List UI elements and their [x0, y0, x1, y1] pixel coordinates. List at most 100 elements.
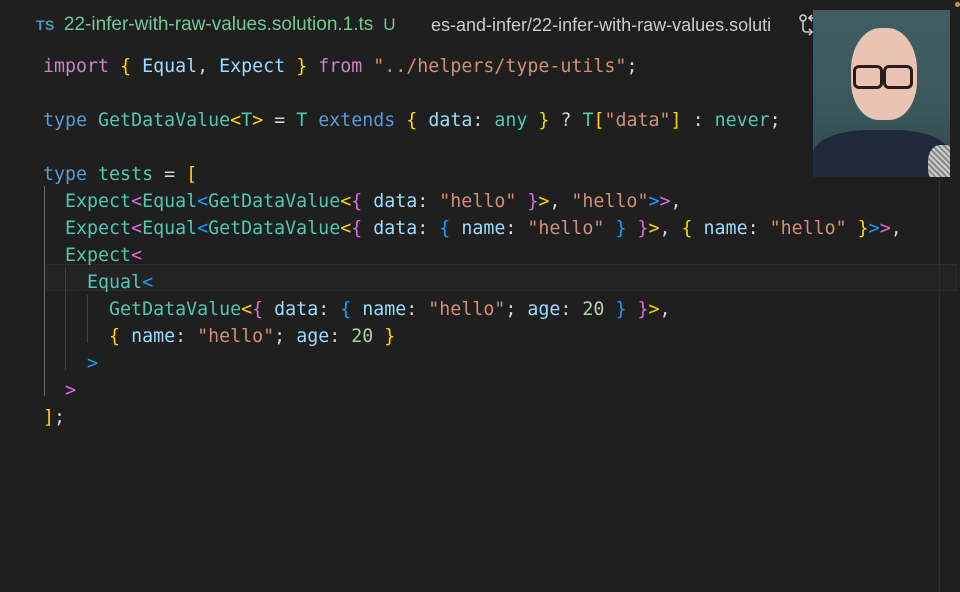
code-line[interactable]: type GetDataValue<T> = T extends { data:… — [43, 107, 781, 134]
code-token: age — [527, 299, 561, 320]
code-token: name — [461, 218, 506, 239]
webcam-overlay — [813, 10, 950, 177]
code-token: , — [549, 191, 572, 212]
code-token: ] — [670, 110, 682, 131]
code-token: T — [241, 110, 253, 131]
code-token: , — [197, 56, 220, 77]
code-token: { — [351, 218, 363, 239]
code-token: < — [197, 191, 209, 212]
code-token: : — [417, 191, 440, 212]
code-token: : — [329, 326, 352, 347]
code-token: extends — [318, 110, 396, 131]
code-token: { — [351, 191, 363, 212]
code-token: Equal — [142, 218, 198, 239]
code-token: < — [197, 218, 209, 239]
presenter-glasses — [883, 65, 913, 89]
code-token: GetDataValue — [98, 110, 231, 131]
code-line[interactable]: Expect<Equal<GetDataValue<{ data: { name… — [43, 215, 902, 242]
code-token: > — [659, 191, 671, 212]
code-token: "hello" — [197, 326, 275, 347]
code-line[interactable]: > — [43, 377, 76, 404]
code-token: } — [527, 191, 539, 212]
git-untracked-badge: U — [383, 15, 396, 34]
code-token: { — [120, 56, 132, 77]
code-token: > — [538, 191, 550, 212]
editor-tab-active[interactable]: TS 22-infer-with-raw-values.solution.1.t… — [36, 14, 396, 36]
code-token: < — [340, 218, 352, 239]
code-token: } — [615, 299, 627, 320]
code-line[interactable]: import { Equal, Expect } from "../helper… — [43, 53, 637, 80]
code-token: Expect — [65, 218, 132, 239]
code-line[interactable]: ]; — [43, 404, 65, 431]
code-token: Expect — [219, 56, 286, 77]
code-token: > — [87, 353, 99, 374]
code-token: ] — [43, 407, 55, 428]
code-token: "../helpers/type-utils" — [373, 56, 627, 77]
code-token: : — [681, 110, 715, 131]
code-token: } — [296, 56, 308, 77]
code-token: } — [857, 218, 869, 239]
breadcrumb-path[interactable]: es-and-infer/22-infer-with-raw-values.so… — [431, 15, 795, 36]
code-token: name — [131, 326, 176, 347]
code-token: : — [472, 110, 495, 131]
code-token: Equal — [142, 56, 198, 77]
code-token: age — [296, 326, 330, 347]
code-token: { — [439, 218, 451, 239]
typescript-file-icon: TS — [36, 17, 55, 33]
code-token: "hello" — [428, 299, 506, 320]
code-line[interactable]: { name: "hello"; age: 20 } — [43, 323, 395, 350]
current-line-highlight — [47, 264, 957, 291]
code-token: ; — [274, 326, 297, 347]
code-line[interactable]: Expect<Equal<GetDataValue<{ data: "hello… — [43, 188, 681, 215]
code-token: import — [43, 56, 110, 77]
code-token: : — [747, 218, 770, 239]
code-token: type — [43, 164, 88, 185]
code-token: "data" — [604, 110, 671, 131]
code-token: < — [230, 110, 242, 131]
code-token: ; — [769, 110, 781, 131]
code-token: < — [131, 245, 143, 266]
code-token: } — [615, 218, 627, 239]
code-token: ; — [54, 407, 66, 428]
code-token: { — [340, 299, 352, 320]
code-line[interactable]: type tests = [ — [43, 161, 197, 188]
code-token: { — [109, 326, 121, 347]
code-line[interactable]: Equal< — [43, 269, 153, 296]
code-token: name — [703, 218, 748, 239]
code-token: > — [65, 380, 77, 401]
microphone — [928, 145, 950, 177]
code-token: < — [131, 218, 143, 239]
code-line[interactable]: GetDataValue<{ data: { name: "hello"; ag… — [43, 296, 671, 323]
code-token: GetDataValue — [208, 218, 341, 239]
code-line[interactable]: > — [43, 350, 98, 377]
code-line[interactable]: Expect< — [43, 242, 142, 269]
code-token: : — [175, 326, 198, 347]
code-token: > — [648, 299, 660, 320]
code-token: , — [659, 299, 671, 320]
presenter-glasses — [853, 65, 883, 89]
code-token: T — [582, 110, 594, 131]
code-token: > — [879, 218, 891, 239]
code-token: [ — [593, 110, 605, 131]
